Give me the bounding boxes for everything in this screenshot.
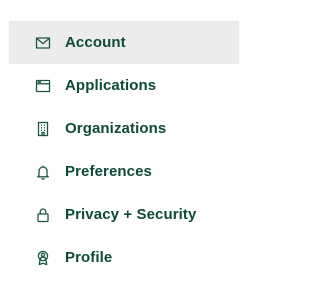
envelope-icon	[35, 35, 51, 51]
nav-item-profile[interactable]: Profile	[9, 236, 239, 279]
browser-window-icon	[35, 78, 51, 94]
lock-icon	[35, 207, 51, 223]
nav-item-organizations[interactable]: Organizations	[9, 107, 239, 150]
nav-item-label: Profile	[65, 249, 113, 266]
nav-item-label: Organizations	[65, 120, 167, 137]
bell-icon	[35, 164, 51, 180]
nav-item-privacy-security[interactable]: Privacy + Security	[9, 193, 239, 236]
nav-item-applications[interactable]: Applications	[9, 64, 239, 107]
nav-item-label: Privacy + Security	[65, 206, 197, 223]
building-icon	[35, 121, 51, 137]
settings-nav-list: Account Applications Organizations Prefe…	[9, 21, 239, 279]
nav-item-label: Account	[65, 34, 126, 51]
nav-item-label: Preferences	[65, 163, 152, 180]
settings-sidebar: Account Applications Organizations Prefe…	[0, 0, 242, 287]
badge-icon	[35, 250, 51, 266]
nav-item-account[interactable]: Account	[9, 21, 239, 64]
nav-item-label: Applications	[65, 77, 157, 94]
nav-item-preferences[interactable]: Preferences	[9, 150, 239, 193]
